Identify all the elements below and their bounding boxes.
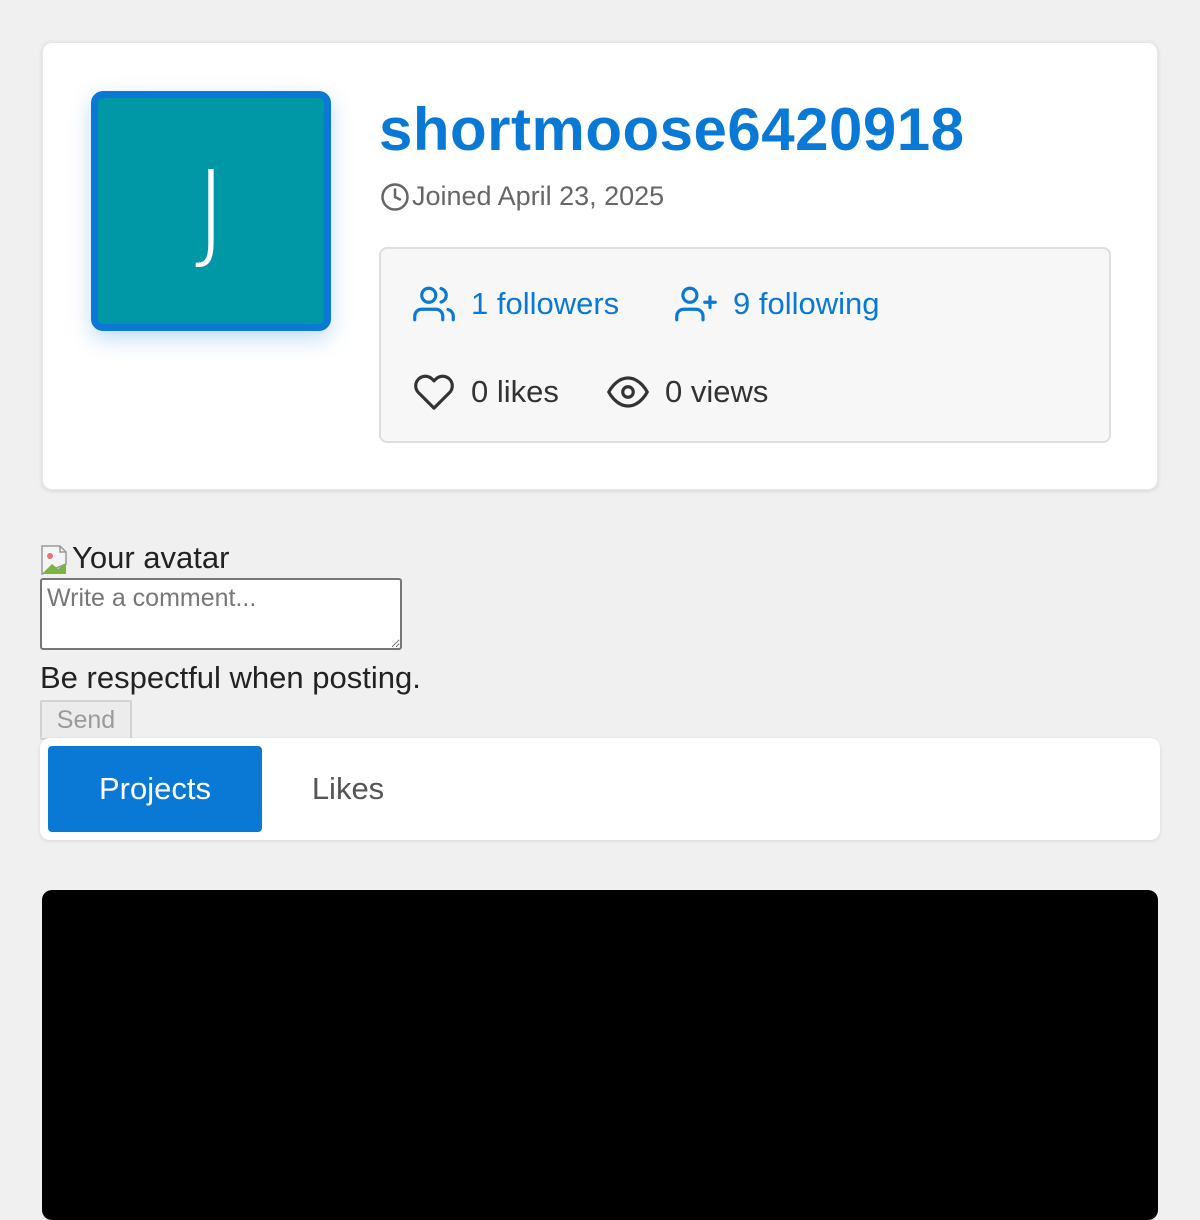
stats-box: 1 followers 9 following 0 likes 0 views (379, 247, 1111, 443)
user-plus-icon (675, 286, 717, 322)
clock-icon (381, 182, 409, 211)
username-title: shortmoose6420918 (379, 96, 965, 163)
eye-icon (607, 376, 649, 408)
comment-form: Your avatar Be respectful when posting. … (40, 540, 640, 740)
avatar: J (91, 91, 331, 331)
project-media-panel[interactable] (42, 890, 1158, 1220)
likes-stat: 0 likes (413, 371, 559, 413)
profile-card: J shortmoose6420918 Joined April 23, 202… (42, 42, 1158, 490)
joined-text: Joined April 23, 2025 (412, 181, 665, 211)
following-link[interactable]: 9 following (675, 283, 879, 325)
views-count: 0 views (665, 374, 769, 409)
avatar-letter: J (195, 148, 227, 274)
avatar-alt-text: Your avatar (72, 540, 230, 575)
comment-input[interactable] (40, 578, 402, 650)
joined-date: Joined April 23, 2025 (380, 181, 664, 212)
following-count: 9 following (733, 286, 880, 321)
heart-icon (414, 374, 454, 410)
comment-hint: Be respectful when posting. (40, 660, 421, 695)
followers-link[interactable]: 1 followers (413, 283, 619, 325)
tab-likes[interactable]: Likes (262, 746, 434, 832)
profile-tabs: Projects Likes (40, 738, 1160, 840)
broken-image-icon (40, 544, 72, 576)
users-icon (413, 286, 455, 322)
likes-count: 0 likes (471, 374, 559, 409)
views-stat: 0 views (607, 371, 768, 413)
followers-count: 1 followers (471, 286, 620, 321)
tab-projects[interactable]: Projects (48, 746, 262, 832)
comment-avatar: Your avatar (40, 540, 640, 576)
send-button[interactable]: Send (40, 700, 132, 740)
